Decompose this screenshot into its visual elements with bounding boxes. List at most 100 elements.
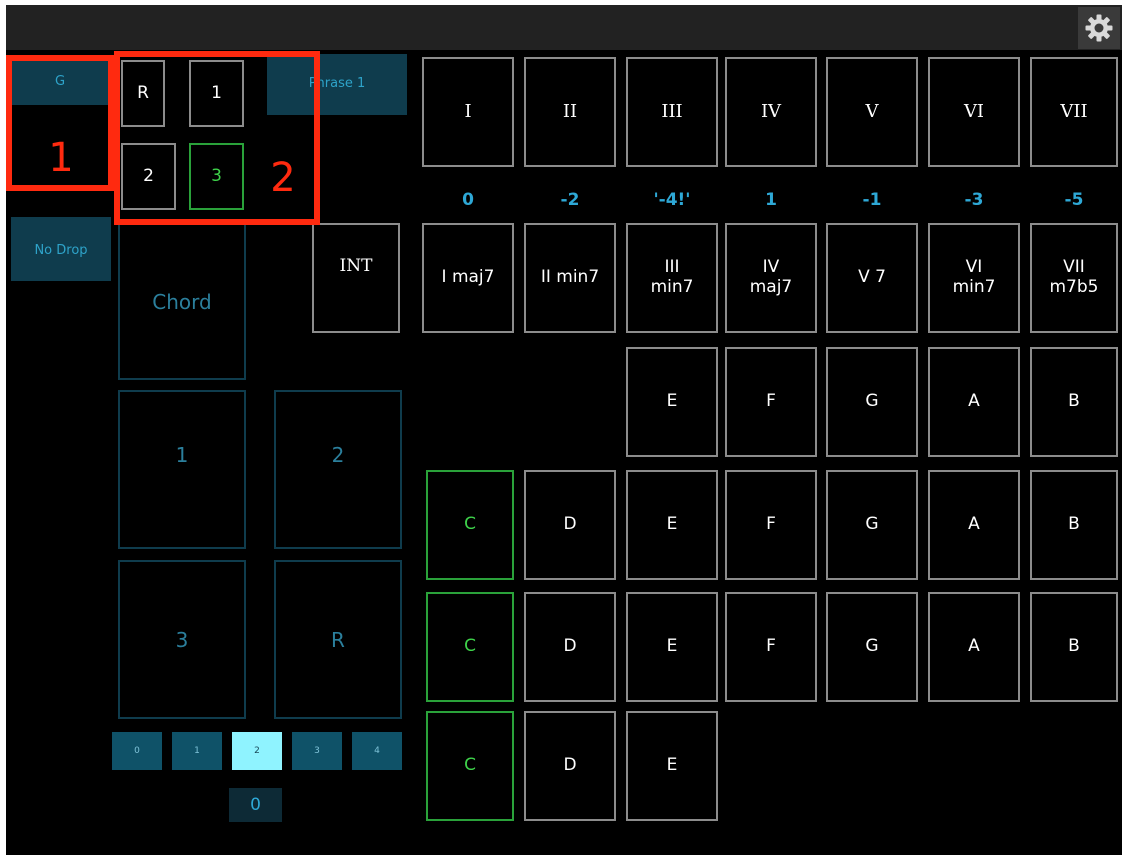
degree-button-vii[interactable]: VII: [1030, 57, 1118, 167]
note-label: C: [464, 514, 476, 535]
chord-button-vi-min7[interactable]: VI min7: [928, 223, 1020, 333]
degree-label: VII: [1060, 100, 1088, 122]
note-label: E: [666, 391, 678, 412]
chord-button-v7[interactable]: V 7: [826, 223, 918, 333]
degree-button-i[interactable]: I: [422, 57, 514, 167]
note-button[interactable]: F: [725, 347, 817, 457]
degree-label: I: [464, 100, 472, 122]
drop-button[interactable]: No Drop: [11, 217, 111, 281]
degree-button-iv[interactable]: IV: [725, 57, 817, 167]
note-label: E: [666, 636, 678, 657]
chord-button-iii-min7[interactable]: III min7: [626, 223, 718, 333]
note-button[interactable]: B: [1030, 592, 1118, 702]
drop-label: No Drop: [34, 243, 88, 258]
note-button[interactable]: D: [524, 592, 616, 702]
note-button[interactable]: G: [826, 592, 918, 702]
chord-line2: maj7: [749, 277, 793, 297]
note-button[interactable]: B: [1030, 347, 1118, 457]
gear-icon: [1085, 14, 1113, 42]
note-label: D: [563, 755, 577, 776]
annotation-marker-1: 1: [48, 135, 74, 181]
pad-2[interactable]: 2: [274, 390, 402, 549]
note-label: F: [766, 391, 776, 412]
pad-label: 2: [331, 442, 345, 467]
top-bar: [6, 5, 1122, 50]
annotation-marker-2: 2: [270, 155, 296, 201]
pad-label: R: [331, 627, 345, 652]
offset-value: -2: [560, 190, 580, 210]
note-button-root[interactable]: C: [426, 711, 514, 821]
note-button-root[interactable]: C: [426, 592, 514, 702]
pad-label: 1: [175, 442, 189, 467]
value-display: 0: [229, 788, 282, 822]
offset-value: 1: [765, 190, 777, 210]
note-button[interactable]: G: [826, 470, 918, 580]
zoom-label: 3: [314, 746, 320, 756]
note-button[interactable]: D: [524, 711, 616, 821]
zoom-button-1[interactable]: 1: [172, 732, 222, 770]
note-label: D: [563, 514, 577, 535]
note-button[interactable]: E: [626, 347, 718, 457]
note-label: D: [563, 636, 577, 657]
zoom-button-4[interactable]: 4: [352, 732, 402, 770]
zoom-button-0[interactable]: 0: [112, 732, 162, 770]
note-button[interactable]: A: [928, 592, 1020, 702]
degree-label: III: [661, 100, 683, 122]
degree-button-ii[interactable]: II: [524, 57, 616, 167]
zoom-label: 0: [134, 746, 140, 756]
chord-button-iv-maj7[interactable]: IV maj7: [725, 223, 817, 333]
chord-line2: m7b5: [1049, 277, 1099, 297]
note-button[interactable]: G: [826, 347, 918, 457]
chord-pad[interactable]: Chord: [118, 223, 246, 380]
pad-1[interactable]: 1: [118, 390, 246, 549]
offset-value: -1: [862, 190, 882, 210]
note-button[interactable]: D: [524, 470, 616, 580]
note-label: B: [1068, 391, 1080, 412]
note-label: A: [968, 636, 980, 657]
note-button[interactable]: E: [626, 470, 718, 580]
degree-button-iii[interactable]: III: [626, 57, 718, 167]
chord-line2: min7: [952, 277, 996, 297]
note-label: F: [766, 514, 776, 535]
degree-label: IV: [760, 100, 782, 122]
settings-button[interactable]: [1078, 7, 1120, 49]
note-label: E: [666, 755, 678, 776]
chord-line1: I maj7: [441, 267, 495, 288]
chord-button-vii-m7b5[interactable]: VII m7b5: [1030, 223, 1118, 333]
int-button[interactable]: INT: [312, 223, 400, 333]
zoom-button-3[interactable]: 3: [292, 732, 342, 770]
offset-value: -3: [964, 190, 984, 210]
note-button[interactable]: A: [928, 470, 1020, 580]
note-label: B: [1068, 636, 1080, 657]
chord-line1: II min7: [540, 267, 600, 288]
degree-label: II: [562, 100, 578, 122]
degree-label: VI: [963, 100, 985, 122]
note-button[interactable]: B: [1030, 470, 1118, 580]
note-button[interactable]: E: [626, 592, 718, 702]
note-label: B: [1068, 514, 1080, 535]
degree-button-vi[interactable]: VI: [928, 57, 1020, 167]
int-label: INT: [339, 256, 373, 277]
note-button[interactable]: A: [928, 347, 1020, 457]
note-button-root[interactable]: C: [426, 470, 514, 580]
note-button[interactable]: E: [626, 711, 718, 821]
chord-button-i-maj7[interactable]: I maj7: [422, 223, 514, 333]
app-frame: G No Drop R 1 2 3 Phrase 1 Chord INT 1 2…: [6, 5, 1122, 855]
chord-label: Chord: [152, 289, 212, 314]
chord-button-ii-min7[interactable]: II min7: [524, 223, 616, 333]
offset-value: 0: [462, 190, 474, 210]
pad-3[interactable]: 3: [118, 560, 246, 719]
note-button[interactable]: F: [725, 592, 817, 702]
chord-line1: IV: [762, 257, 780, 278]
chord-line1: V 7: [858, 267, 886, 288]
degree-label: V: [865, 100, 879, 122]
chord-line2: min7: [650, 277, 694, 297]
pad-r[interactable]: R: [274, 560, 402, 719]
zoom-label: 4: [374, 746, 380, 756]
zoom-button-2[interactable]: 2: [232, 732, 282, 770]
note-label: A: [968, 514, 980, 535]
chord-line1: VI: [965, 257, 983, 278]
note-button[interactable]: F: [725, 470, 817, 580]
zoom-label: 1: [194, 746, 200, 756]
degree-button-v[interactable]: V: [826, 57, 918, 167]
